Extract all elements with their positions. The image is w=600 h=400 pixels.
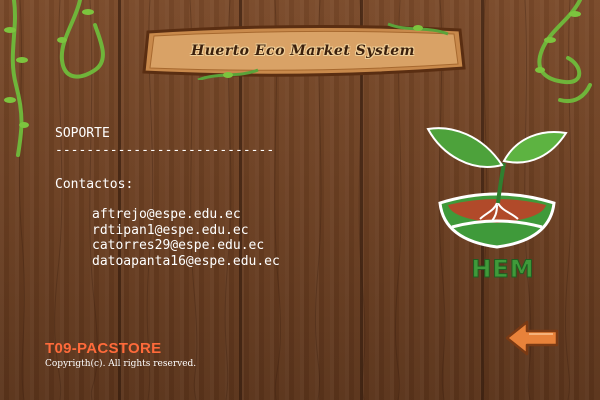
header-sign: Huerto Eco Market System xyxy=(138,22,468,80)
contact-email: rdtipan1@espe.edu.ec xyxy=(92,222,249,238)
divider-line: ---------------------------- xyxy=(55,143,275,158)
brand-name: T09-PACSTORE xyxy=(45,340,162,357)
app-title: Huerto Eco Market System xyxy=(191,43,415,59)
back-arrow-icon xyxy=(505,320,559,356)
contact-email: datoapanta16@espe.edu.ec xyxy=(92,253,280,269)
copyright-text: Copyrigth(c). All rights reserved. xyxy=(45,359,197,369)
contact-list: aftrejo@espe.edu.ec rdtipan1@espe.edu.ec… xyxy=(92,207,280,269)
contact-email: aftrejo@espe.edu.ec xyxy=(92,207,241,222)
logo-text: HEM xyxy=(471,255,535,284)
support-heading: SOPORTE xyxy=(55,126,110,141)
plant-bowl-logo-icon xyxy=(426,127,568,249)
contact-email: catorres29@espe.edu.ec xyxy=(92,238,265,253)
contacts-label: Contactos: xyxy=(55,177,134,192)
back-button[interactable] xyxy=(503,318,563,358)
vine-right-icon xyxy=(535,0,592,103)
